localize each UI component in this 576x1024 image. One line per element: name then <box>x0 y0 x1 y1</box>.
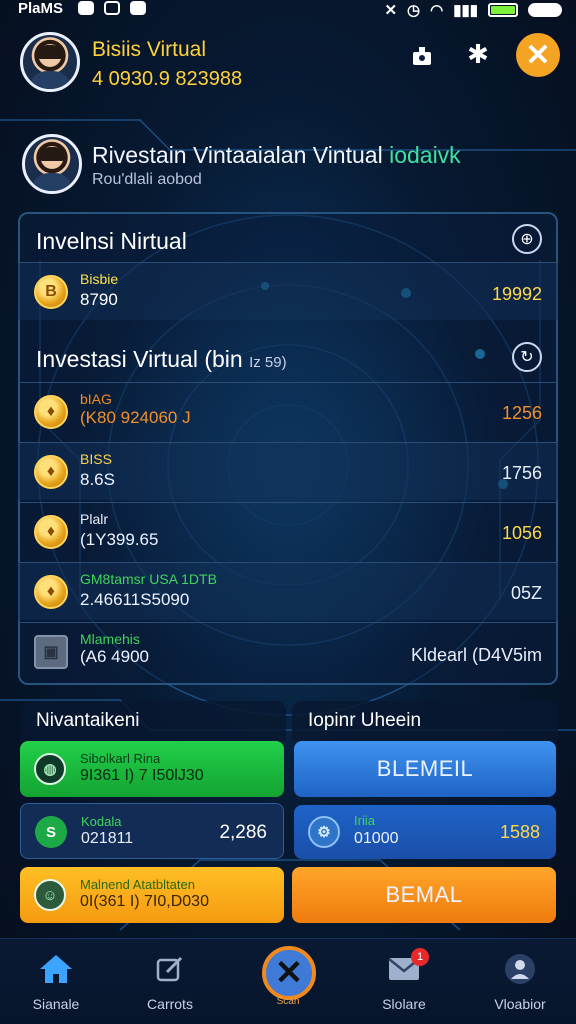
add-icon[interactable]: ⊕ <box>512 224 542 254</box>
header-title: Bisiis Virtual <box>92 38 206 61</box>
close-button[interactable]: ✕ <box>516 33 560 77</box>
lock-icon <box>130 1 146 15</box>
nav-item-mail[interactable]: Slolare <box>354 950 454 1012</box>
list-item[interactable]: ♦ BISS 8.6S 1756 <box>18 442 558 500</box>
row-amount: 1056 <box>501 523 542 543</box>
tile-name: Iriia <box>354 813 375 828</box>
share-icon[interactable] <box>402 36 442 76</box>
nav-item-scan[interactable]: Scan <box>238 950 338 1007</box>
notification-icon <box>78 1 94 15</box>
section2-title: Investasi Virtual (bin Iz 59) <box>36 346 287 373</box>
tile-name: Sibolkarl Rina <box>80 751 161 766</box>
right-tile-blue[interactable]: ⚙ Iriia 01000 1588 <box>294 805 556 859</box>
row-amount: Kldearl (D4V5im <box>410 645 542 665</box>
bemal-button[interactable]: BEMAL <box>292 867 556 923</box>
coin-icon: ♦ <box>34 575 68 609</box>
battery-saver-icon <box>528 3 562 17</box>
mail-badge: 1 <box>411 948 429 966</box>
tile-value: 01000 <box>354 830 399 847</box>
alarm-icon: ◷ <box>407 2 421 19</box>
carrier-label: PlaMS <box>18 0 64 17</box>
wifi-icon: ◠ <box>430 2 444 19</box>
row-value: 8.6S <box>80 470 115 489</box>
row-amount: 1256 <box>501 403 542 423</box>
header-balance: 4 0930.9 823988 <box>92 68 243 90</box>
user-icon <box>500 950 540 988</box>
profile-title-highlight: iodaivk <box>389 142 461 168</box>
row-amount: 19992 <box>491 284 542 304</box>
coin-icon: ♦ <box>34 395 68 429</box>
nav-label: Sianale <box>32 996 80 1012</box>
row-amount: 1756 <box>501 463 542 483</box>
tile-value: 9I361 I) 7 I50lJ30 <box>80 767 204 784</box>
coin-icon: B <box>34 275 68 309</box>
row-value: 8790 <box>80 290 118 309</box>
row-value: (A6 4900 <box>80 647 149 666</box>
row-value: (K80 924060 J <box>80 408 191 427</box>
profile-title-main: Rivestain Vintaaialan Vintual <box>92 142 390 168</box>
nav-label: Slolare <box>382 996 426 1012</box>
nav-item-profile[interactable]: Vloabior <box>470 950 570 1012</box>
right-card-header: Iopinr Uheein <box>292 701 558 741</box>
tile-name: Malnend Atatbltaten <box>80 877 195 892</box>
settings-icon: ⚙ <box>308 816 340 848</box>
row-value: (1Y399.65 <box>80 530 159 549</box>
left-tile-green[interactable]: ◍ Sibolkarl Rina 9I361 I) 7 I50lJ30 <box>20 741 284 797</box>
header-avatar[interactable] <box>20 32 80 92</box>
left-tile-blue[interactable]: S Kodala 021811 2,286 <box>20 803 284 859</box>
profile-title: Rivestain Vintaaialan Vintual iodaivk <box>92 142 461 169</box>
nav-label: Scan <box>276 996 300 1007</box>
section2-title-main: Investasi Virtual (bin <box>36 346 243 372</box>
row-name: BISS <box>80 451 112 467</box>
status-bar: PlaMS ✕ ◷ ◠ ▮▮▮ <box>0 0 576 20</box>
camera-icon <box>104 1 120 15</box>
left-tile-orange[interactable]: ☺ Malnend Atatbltaten 0I(361 I) 7I0,D030 <box>20 867 284 923</box>
blemeil-button[interactable]: BLEMEIL <box>294 741 556 797</box>
section2-title-small: Iz 59) <box>249 354 287 371</box>
tile-amount: 1588 <box>499 822 540 842</box>
row-name: Mlamehis <box>80 631 140 647</box>
left-card-header: Nivantaikeni <box>20 701 286 741</box>
nav-item-home[interactable]: Sianale <box>6 950 106 1012</box>
vibrate-icon: ✕ <box>384 2 398 19</box>
refresh-icon[interactable]: ↻ <box>512 342 542 372</box>
row-name: Bisbie <box>80 271 119 287</box>
tile-value: 021811 <box>81 830 134 847</box>
home-icon <box>36 950 76 988</box>
profile-subtitle: Rou'dlali aobod <box>92 171 202 188</box>
shield-icon: S <box>35 816 67 848</box>
signal-icon: ▮▮▮ <box>453 2 478 19</box>
user-badge-icon: ☺ <box>34 879 66 911</box>
list-item[interactable]: ♦ GM8tamsr USA 1DTB 2.46611S5090 05Z <box>18 562 558 620</box>
close-circle-icon <box>268 950 308 988</box>
list-item[interactable]: ▣ Mlamehis (A6 4900 Kldearl (D4V5im <box>18 622 558 680</box>
nav-item-carrots[interactable]: Carrots <box>120 950 220 1012</box>
coin-icon: ♦ <box>34 515 68 549</box>
row-value: 2.46611S5090 <box>80 590 190 609</box>
profile-avatar[interactable] <box>22 134 82 194</box>
stop-icon: ▣ <box>34 635 68 669</box>
list-item[interactable]: B Bisbie 8790 19992 <box>18 262 558 320</box>
star-icon[interactable]: ✱ <box>458 34 498 74</box>
tile-amount: 2,286 <box>219 822 267 843</box>
row-name: Plalr <box>80 511 109 527</box>
section1-title: Invelnsi Nirtual <box>36 228 187 254</box>
tile-name: Kodala <box>81 814 122 829</box>
row-name: bIAG <box>80 391 112 407</box>
tile-value: 0I(361 I) 7I0,D030 <box>80 893 209 910</box>
row-amount: 05Z <box>510 583 542 603</box>
battery-icon <box>488 3 518 17</box>
row-name: GM8tamsr USA 1DTB <box>80 571 217 587</box>
status-right-group: ✕ ◷ ◠ ▮▮▮ <box>384 1 562 19</box>
list-item[interactable]: ♦ Plalr (1Y399.65 1056 <box>18 502 558 560</box>
coin-icon: ♦ <box>34 455 68 489</box>
nav-label: Vloabior <box>494 996 546 1012</box>
list-item[interactable]: ♦ bIAG (K80 924060 J 1256 <box>18 382 558 440</box>
nav-label: Carrots <box>147 996 193 1012</box>
edit-icon <box>150 950 190 988</box>
globe-icon: ◍ <box>34 753 66 785</box>
